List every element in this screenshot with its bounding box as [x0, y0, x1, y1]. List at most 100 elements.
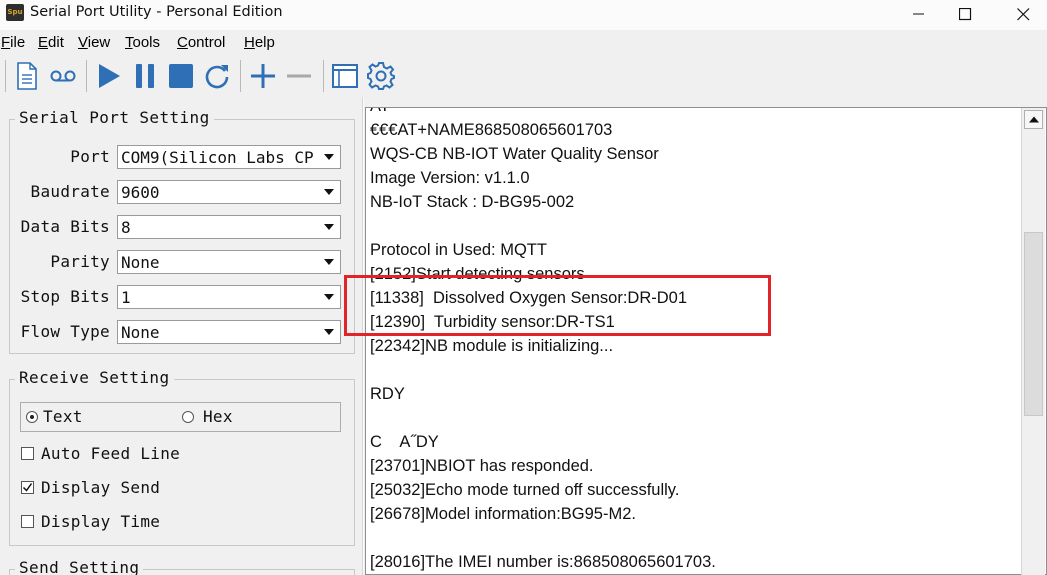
terminal-line: NB-IoT Stack : D-BG95-002 [370, 193, 575, 211]
start-button[interactable] [92, 59, 126, 93]
refresh-icon [205, 65, 229, 89]
toolbar [0, 57, 1047, 95]
stop-bits-value: 1 [121, 288, 131, 307]
receive-setting-title: Receive Setting [15, 368, 174, 387]
new-document-icon [17, 62, 37, 90]
chevron-down-icon[interactable] [320, 253, 338, 271]
add-icon [251, 64, 275, 88]
window-icon [332, 64, 358, 88]
minimize-icon [913, 13, 924, 15]
port-value: COM9(Silicon Labs CP [121, 148, 314, 167]
terminal-line: [26678]Model information:BG95-M2. [370, 505, 636, 523]
flow-type-label: Flow Type [20, 322, 110, 341]
display-mode-radio-group: Text Hex [20, 402, 341, 432]
chevron-down-icon[interactable] [320, 288, 338, 306]
stop-bits-label: Stop Bits [20, 287, 110, 306]
auto-feed-line-checkbox[interactable] [21, 447, 34, 460]
parity-label: Parity [50, 252, 110, 271]
receive-terminal[interactable]: AT €€€AT+NAME868508065601703 WQS-CB NB-I… [365, 107, 1047, 575]
hex-radio[interactable] [182, 411, 194, 423]
settings-button[interactable] [364, 59, 398, 93]
menu-help[interactable]: Help [244, 34, 275, 51]
chevron-down-icon[interactable] [320, 148, 338, 166]
scroll-up-button[interactable] [1024, 110, 1043, 129]
remove-icon [287, 74, 311, 78]
chevron-up-icon [1028, 116, 1039, 123]
remove-button[interactable] [282, 59, 316, 93]
parity-value: None [121, 253, 160, 272]
data-bits-value: 8 [121, 218, 131, 237]
record-icon [50, 70, 76, 82]
record-button[interactable] [46, 59, 80, 93]
terminal-line: €€€AT+NAME868508065601703 [370, 121, 613, 139]
scroll-thumb[interactable] [1024, 232, 1043, 416]
terminal-line: [28016]The IMEI number is:86850806560170… [370, 553, 716, 571]
auto-feed-line-label[interactable]: Auto Feed Line [41, 444, 180, 463]
stop-bits-select[interactable]: 1 [117, 285, 341, 309]
settings-gear-icon [367, 62, 395, 90]
maximize-button[interactable] [942, 0, 988, 28]
toolbar-separator [323, 60, 324, 92]
parity-select[interactable]: None [117, 250, 341, 274]
checkmark-icon [22, 483, 33, 492]
close-icon [1016, 7, 1029, 20]
terminal-scrollbar[interactable] [1021, 108, 1045, 575]
text-radio-label[interactable]: Text [43, 407, 83, 426]
flow-type-value: None [121, 323, 160, 342]
send-setting-title: Send Setting [15, 558, 144, 575]
app-icon: Spu [6, 4, 24, 21]
stop-button[interactable] [164, 59, 198, 93]
port-select[interactable]: COM9(Silicon Labs CP [117, 145, 341, 169]
chevron-down-icon[interactable] [320, 323, 338, 341]
terminal-line: [22342]NB module is initializing... [370, 337, 614, 355]
menu-tools[interactable]: Tools [125, 34, 160, 51]
chevron-down-icon[interactable] [320, 218, 338, 236]
display-send-label[interactable]: Display Send [41, 478, 160, 497]
toolbar-separator [240, 60, 241, 92]
baudrate-select[interactable]: 9600 [117, 180, 341, 204]
new-button[interactable] [10, 59, 44, 93]
pause-button[interactable] [128, 59, 162, 93]
display-send-checkbox[interactable] [21, 481, 34, 494]
terminal-line: [25032]Echo mode turned off successfully… [370, 481, 680, 499]
data-bits-select[interactable]: 8 [117, 215, 341, 239]
menu-file[interactable]: File [1, 34, 25, 51]
close-button[interactable] [1000, 0, 1046, 28]
data-bits-label: Data Bits [20, 217, 110, 236]
terminal-line: WQS-CB NB-IOT Water Quality Sensor [370, 145, 659, 163]
chevron-down-icon[interactable] [320, 183, 338, 201]
toolbar-separator [5, 60, 6, 92]
menu-bar: File Edit View Tools Control Help [0, 34, 1047, 54]
stop-icon [169, 64, 193, 88]
terminal-line: AT [370, 108, 390, 116]
baudrate-value: 9600 [121, 183, 160, 202]
window-title: Serial Port Utility - Personal Edition [30, 4, 283, 20]
terminal-line: RDY [370, 385, 405, 403]
flow-type-select[interactable]: None [117, 320, 341, 344]
toolbar-separator [86, 60, 87, 92]
port-label: Port [70, 147, 110, 166]
maximize-icon [958, 7, 971, 20]
menu-view[interactable]: View [78, 34, 110, 51]
refresh-button[interactable] [200, 59, 234, 93]
play-icon [99, 64, 120, 88]
title-bar: Spu Serial Port Utility - Personal Editi… [0, 0, 1047, 30]
window-button[interactable] [328, 59, 362, 93]
text-radio[interactable] [26, 411, 38, 423]
menu-edit[interactable]: Edit [38, 34, 64, 51]
hex-radio-label[interactable]: Hex [203, 407, 233, 426]
minimize-button[interactable] [896, 0, 942, 28]
display-time-checkbox[interactable] [21, 515, 34, 528]
terminal-line: [23701]NBIOT has responded. [370, 457, 594, 475]
highlight-annotation [344, 275, 771, 336]
radio-selected-dot [30, 415, 34, 419]
panel-splitter[interactable] [362, 97, 364, 575]
add-button[interactable] [246, 59, 280, 93]
menu-control[interactable]: Control [177, 34, 225, 51]
terminal-line: Protocol in Used: MQTT [370, 241, 547, 259]
pause-icon [136, 64, 154, 88]
settings-panel: Serial Port Setting Port COM9(Silicon La… [0, 97, 362, 575]
terminal-line: C A˝DY [370, 433, 439, 451]
display-time-label[interactable]: Display Time [41, 512, 160, 531]
baudrate-label: Baudrate [30, 182, 110, 201]
